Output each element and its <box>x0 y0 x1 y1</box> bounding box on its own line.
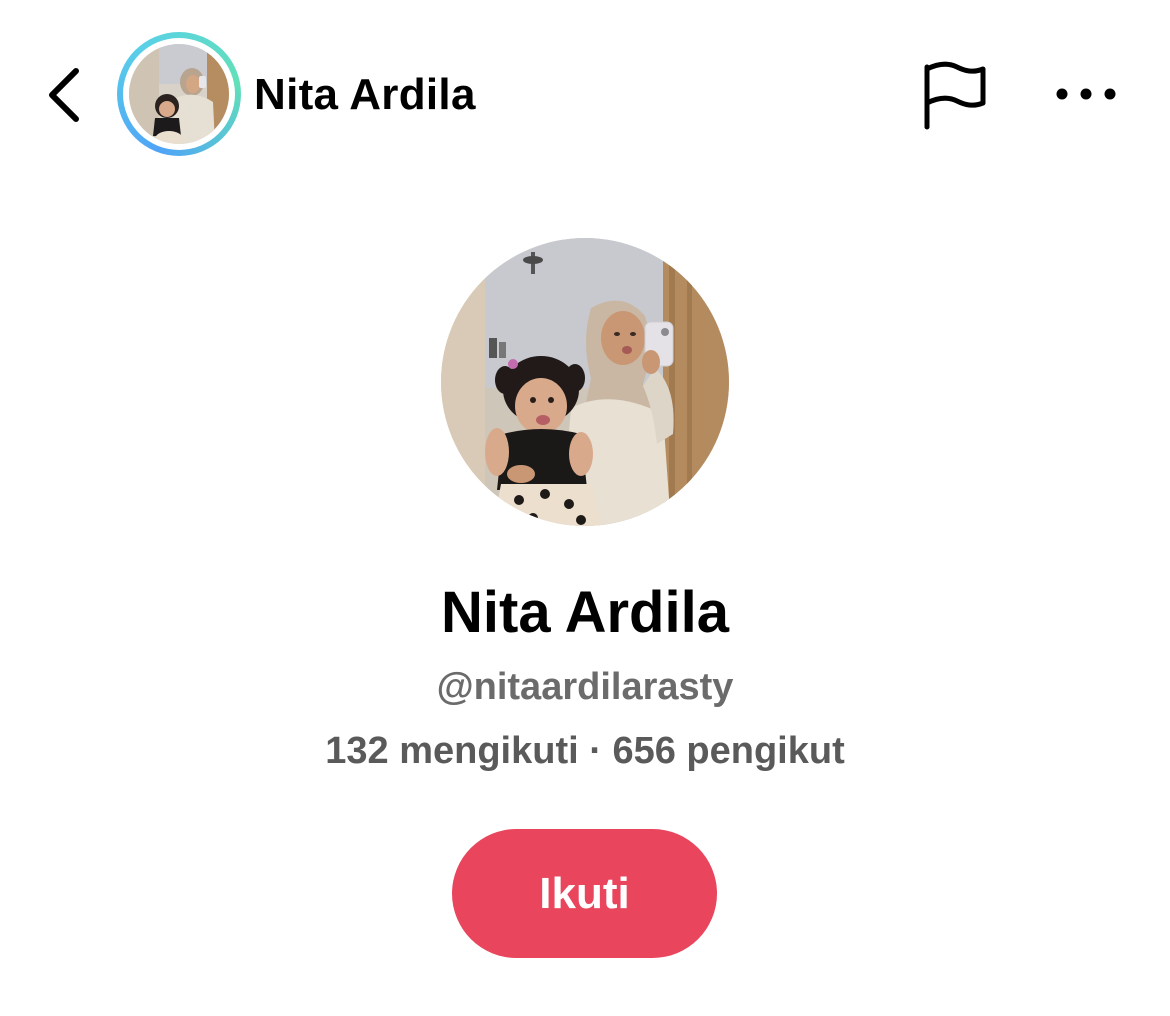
follow-button[interactable]: Ikuti <box>452 829 717 958</box>
follow-stats[interactable]: 132 mengikuti · 656 pengikut <box>0 728 1170 774</box>
chevron-left-icon <box>49 68 79 122</box>
profile-avatar <box>441 238 729 526</box>
profile-header: Nita Ardila <box>0 0 1170 190</box>
more-options-button[interactable] <box>1046 62 1126 126</box>
flag-icon <box>924 61 986 130</box>
avatar-image-small <box>123 38 235 150</box>
profile-name: Nita Ardila <box>441 580 729 645</box>
more-horizontal-icon <box>1056 88 1116 100</box>
story-avatar[interactable] <box>117 32 241 156</box>
header-profile-name: Nita Ardila <box>254 70 476 119</box>
report-button[interactable] <box>912 56 996 136</box>
back-button[interactable] <box>36 60 92 130</box>
profile-username: @nitaardilarasty <box>436 666 734 708</box>
